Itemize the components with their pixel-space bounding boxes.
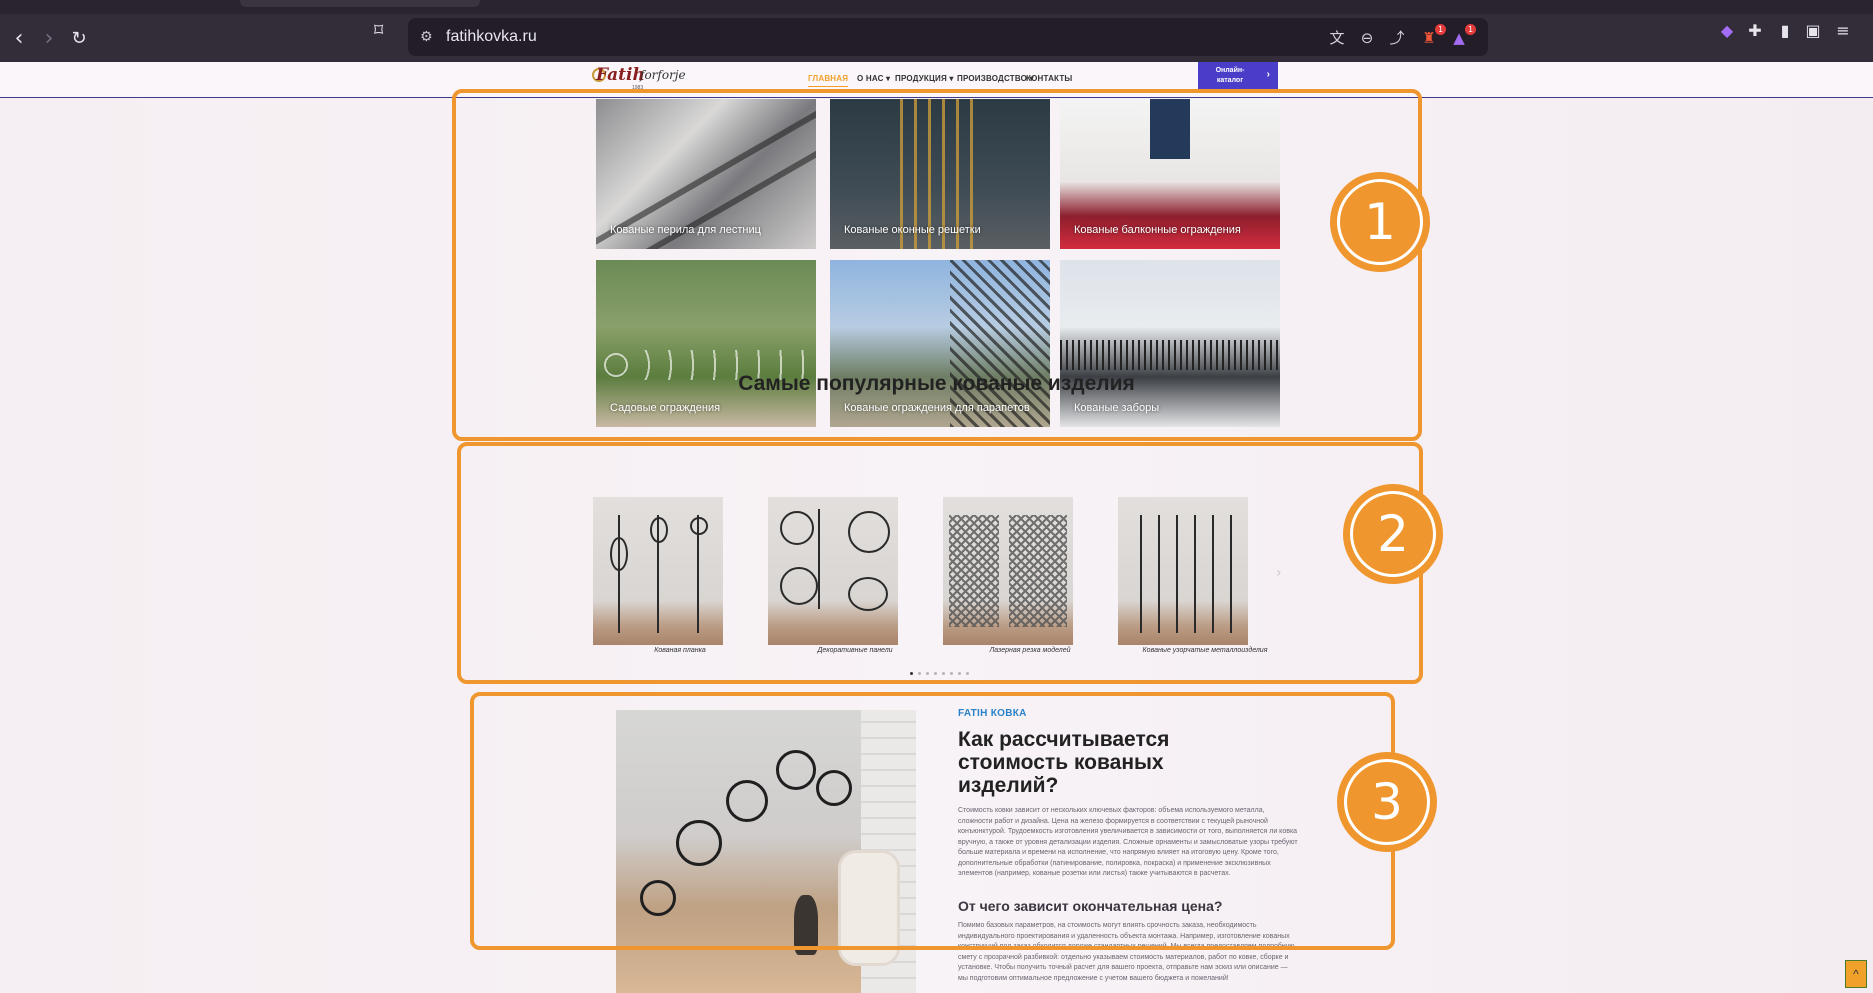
logo-brand: Fatih (596, 65, 645, 85)
annotation-box-2 (457, 442, 1423, 684)
extensions-icon[interactable]: ✚ (1744, 20, 1766, 42)
window-top-strip (0, 0, 1873, 14)
nav-about[interactable]: О НАС ▾ (857, 74, 890, 83)
annotation-badge-2: 2 (1343, 484, 1443, 584)
annotation-number: 1 (1364, 193, 1396, 251)
browser-toolbar: ‹ › ↻ ⚙ fatihkovka.ru 文 ⊖ ⤴ ♜ 1 ▲ 1 ⌑ ◆ ✚ … (0, 14, 1873, 62)
forward-icon[interactable]: › (38, 28, 60, 50)
logo-script: forforje (640, 68, 686, 82)
share-icon[interactable]: ⤴ (1386, 27, 1408, 49)
annotation-box-1 (452, 89, 1422, 441)
annotation-badge-1: 1 (1330, 172, 1430, 272)
nav-home[interactable]: ГЛАВНАЯ (808, 74, 849, 87)
catalog-label: Онлайн-каталог (1215, 67, 1245, 84)
menu-icon[interactable]: ≡ (1832, 20, 1854, 42)
address-bar[interactable]: ⚙ fatihkovka.ru 文 ⊖ ⤴ ♜ 1 ▲ 1 (408, 18, 1488, 56)
leo-icon[interactable]: ◆ (1716, 20, 1738, 42)
annotation-box-3 (470, 692, 1395, 950)
site-logo[interactable]: Fatih forforje 1983 (592, 65, 686, 91)
chevron-right-icon: › (1266, 69, 1270, 80)
annotation-number: 3 (1371, 773, 1403, 831)
tab-strip-nub (240, 0, 480, 7)
wallet-icon[interactable]: ▣ (1802, 20, 1824, 42)
sidebar-icon[interactable]: ▮ (1774, 20, 1796, 42)
annotation-number: 2 (1377, 505, 1409, 563)
nav-production[interactable]: ПРОИЗВОДСТВО ▾ (957, 74, 1034, 83)
nav-products[interactable]: ПРОДУКЦИЯ ▾ (895, 74, 954, 83)
site-settings-icon[interactable]: ⚙ (420, 27, 440, 47)
brave-rewards-icon[interactable]: ▲ 1 (1448, 24, 1476, 49)
annotation-badge-3: 3 (1337, 752, 1437, 852)
scroll-to-top-button[interactable]: ^ (1845, 960, 1867, 988)
brave-shields-icon[interactable]: ♜ 1 (1418, 24, 1446, 49)
online-catalog-button[interactable]: Онлайн-каталог › (1198, 62, 1278, 89)
nav-contacts[interactable]: КОНТАКТЫ (1026, 74, 1072, 83)
url-text[interactable]: fatihkovka.ru (446, 28, 537, 46)
reload-icon[interactable]: ↻ (68, 28, 90, 50)
bookmark-icon[interactable]: ⌑ (374, 20, 392, 42)
back-icon[interactable]: ‹ (8, 28, 30, 50)
zoom-icon[interactable]: ⊖ (1356, 27, 1378, 49)
rewards-badge: 1 (1465, 24, 1476, 35)
shields-badge: 1 (1435, 24, 1446, 35)
translate-icon[interactable]: 文 (1326, 27, 1348, 49)
